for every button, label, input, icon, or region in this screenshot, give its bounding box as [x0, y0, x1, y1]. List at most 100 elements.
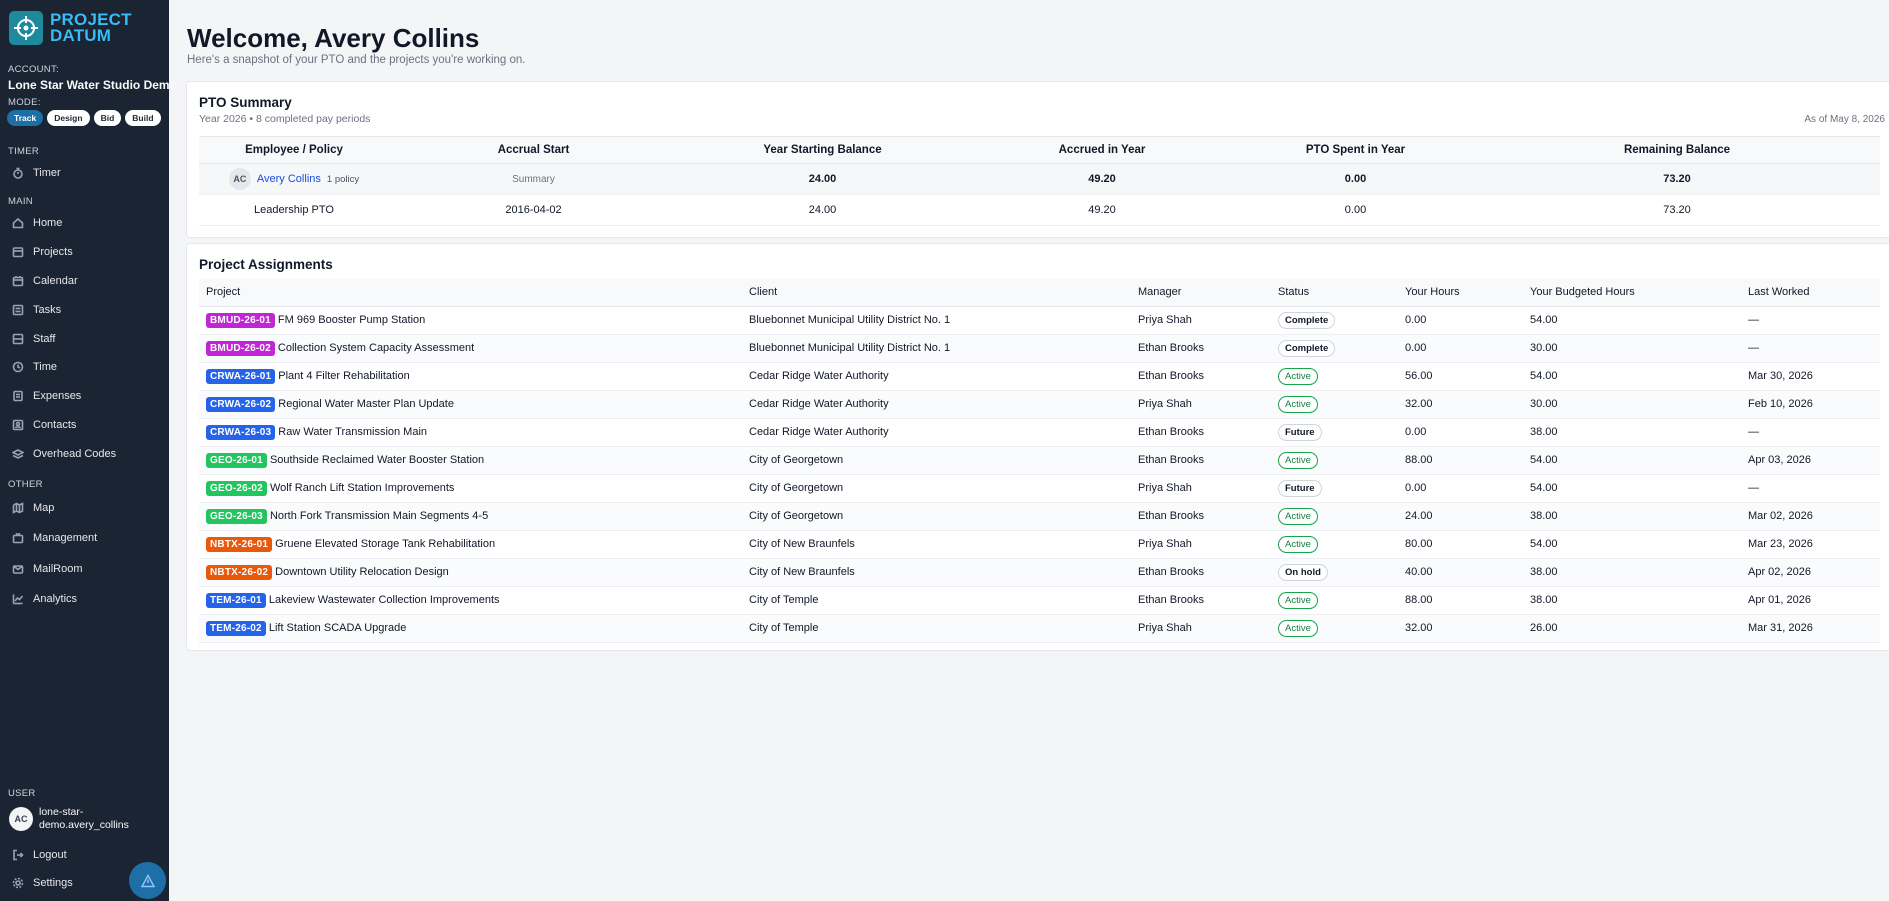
project-code-badge[interactable]: TEM-26-02: [206, 620, 266, 636]
contacts-icon: [12, 419, 24, 431]
project-code-badge[interactable]: NBTX-26-01: [206, 536, 273, 552]
project-cell: GEO-26-01 Southside Reclaimed Water Boost…: [199, 446, 742, 475]
sidebar-item-calendar[interactable]: Calendar: [12, 272, 78, 290]
column-header[interactable]: Manager: [1131, 279, 1271, 307]
settings-button[interactable]: Settings: [12, 874, 73, 892]
manager-cell: Ethan Brooks: [1131, 502, 1271, 531]
project-code-badge[interactable]: NBTX-26-02: [206, 564, 273, 580]
project-name[interactable]: Regional Water Master Plan Update: [278, 398, 454, 410]
sidebar-item-map[interactable]: Map: [12, 499, 54, 517]
project-assignments-table: Project Client Manager Status Your Hours…: [199, 279, 1880, 643]
project-code-badge[interactable]: GEO-26-01: [206, 452, 267, 468]
sidebar-item-home[interactable]: Home: [12, 214, 62, 232]
mailbox-icon: [12, 565, 24, 574]
sidebar-item-time[interactable]: Time: [12, 358, 57, 376]
project-code-badge[interactable]: BMUD-26-02: [206, 340, 275, 356]
logout-button[interactable]: Logout: [12, 846, 67, 864]
status-cell: Active: [1271, 530, 1398, 559]
column-header[interactable]: Client: [742, 279, 1131, 307]
hours-cell: 0.00: [1398, 474, 1523, 503]
client-cell: Bluebonnet Municipal Utility District No…: [742, 306, 1131, 335]
sidebar-item-projects[interactable]: Projects: [12, 243, 73, 261]
project-name[interactable]: Collection System Capacity Assessment: [278, 342, 474, 354]
hours-cell: 0.00: [1398, 418, 1523, 447]
project-code-badge[interactable]: CRWA-26-03: [206, 424, 276, 440]
tasks-icon: [12, 304, 24, 316]
table-row[interactable]: GEO-26-01 Southside Reclaimed Water Boost…: [199, 446, 1880, 475]
sidebar-item-label: Tasks: [33, 304, 62, 316]
sidebar-item-timer[interactable]: Timer: [12, 164, 61, 182]
employee-link[interactable]: Avery Collins: [257, 173, 321, 185]
sidebar-item-contacts[interactable]: Contacts: [12, 416, 76, 434]
project-name[interactable]: North Fork Transmission Main Segments 4-…: [270, 510, 488, 522]
last-worked-cell: —: [1741, 418, 1880, 447]
sidebar-item-label: Expenses: [33, 390, 82, 402]
project-name[interactable]: Southside Reclaimed Water Booster Statio…: [270, 454, 484, 466]
column-header[interactable]: Your Hours: [1398, 279, 1523, 307]
column-header[interactable]: Your Budgeted Hours: [1523, 279, 1741, 307]
table-row[interactable]: CRWA-26-02 Regional Water Master Plan Upd…: [199, 390, 1880, 419]
account-name[interactable]: Lone Star Water Studio Demo: [8, 78, 177, 92]
logout-label: Logout: [33, 849, 67, 861]
project-cell: NBTX-26-02 Downtown Utility Relocation De…: [199, 558, 742, 587]
sidebar-item-label: Time: [33, 361, 58, 373]
project-code-badge[interactable]: BMUD-26-01: [206, 312, 275, 328]
table-row[interactable]: CRWA-26-03 Raw Water Transmission Main Ced…: [199, 418, 1880, 447]
status-badge: On hold: [1278, 563, 1328, 581]
calendar-icon: [12, 276, 24, 287]
sidebar-item-expenses[interactable]: Expenses: [12, 387, 81, 405]
column-header[interactable]: Last Worked: [1741, 279, 1880, 307]
project-name[interactable]: Gruene Elevated Storage Tank Rehabilitat…: [275, 538, 495, 550]
app-logo[interactable]: PROJECT DATUM: [9, 11, 132, 45]
sidebar-item-tasks[interactable]: Tasks: [12, 301, 61, 319]
project-name[interactable]: Lakeview Wastewater Collection Improveme…: [269, 594, 500, 606]
mode-build-button[interactable]: Build: [125, 110, 161, 126]
table-row[interactable]: CRWA-26-01 Plant 4 Filter Rehabilitation C…: [199, 362, 1880, 391]
manager-cell: Ethan Brooks: [1131, 446, 1271, 475]
folder-icon: [12, 247, 24, 258]
project-code-badge[interactable]: CRWA-26-01: [206, 368, 276, 384]
column-header[interactable]: Status: [1271, 279, 1398, 307]
status-badge: Active: [1278, 367, 1318, 385]
sidebar-item-mailroom[interactable]: MailRoom: [12, 560, 83, 578]
sidebar-item-overhead-codes[interactable]: Overhead Codes: [12, 445, 116, 463]
project-code-badge[interactable]: TEM-26-01: [206, 592, 266, 608]
table-row[interactable]: NBTX-26-01 Gruene Elevated Storage Tank R…: [199, 530, 1880, 559]
logo-text: PROJECT DATUM: [50, 11, 132, 45]
project-code-badge[interactable]: GEO-26-02: [206, 480, 267, 496]
table-row[interactable]: TEM-26-02 Lift Station SCADA Upgrade City …: [199, 614, 1880, 643]
main-content: Welcome, Avery Collins Here's a snapshot…: [169, 0, 1889, 901]
budgeted-hours-cell: 38.00: [1523, 502, 1741, 531]
sidebar-item-management[interactable]: Management: [12, 529, 97, 547]
table-row[interactable]: NBTX-26-02 Downtown Utility Relocation De…: [199, 558, 1880, 587]
table-row[interactable]: BMUD-26-02 Collection System Capacity Ass…: [199, 334, 1880, 363]
column-header[interactable]: Project: [199, 279, 742, 307]
mode-design-button[interactable]: Design: [47, 110, 90, 126]
budgeted-hours-cell: 30.00: [1523, 334, 1741, 363]
table-row[interactable]: TEM-26-01 Lakeview Wastewater Collection …: [199, 586, 1880, 615]
project-code-badge[interactable]: GEO-26-03: [206, 508, 267, 524]
project-name[interactable]: Downtown Utility Relocation Design: [275, 566, 449, 578]
alert-fab-button[interactable]: [129, 862, 166, 899]
project-name[interactable]: Wolf Ranch Lift Station Improvements: [270, 482, 454, 494]
status-cell: Active: [1271, 390, 1398, 419]
mode-bid-button[interactable]: Bid: [93, 110, 122, 126]
projects-title: Project Assignments: [199, 257, 333, 272]
project-name[interactable]: FM 969 Booster Pump Station: [278, 314, 425, 326]
table-row[interactable]: GEO-26-02 Wolf Ranch Lift Station Improve…: [199, 474, 1880, 503]
status-badge: Complete: [1278, 339, 1336, 357]
manager-cell: Priya Shah: [1131, 614, 1271, 643]
sidebar-item-staff[interactable]: Staff: [12, 330, 55, 348]
project-cell: NBTX-26-01 Gruene Elevated Storage Tank R…: [199, 530, 742, 559]
client-cell: City of New Braunfels: [742, 558, 1131, 587]
project-name[interactable]: Plant 4 Filter Rehabilitation: [278, 370, 409, 382]
mode-track-button[interactable]: Track: [7, 110, 44, 126]
table-row[interactable]: GEO-26-03 North Fork Transmission Main Se…: [199, 502, 1880, 531]
logo-line-2: DATUM: [50, 26, 112, 45]
project-name[interactable]: Lift Station SCADA Upgrade: [269, 622, 407, 634]
table-row[interactable]: BMUD-26-01 FM 969 Booster Pump Station Blu…: [199, 306, 1880, 335]
project-code-badge[interactable]: CRWA-26-02: [206, 396, 276, 412]
sidebar-item-analytics[interactable]: Analytics: [12, 590, 77, 608]
project-name[interactable]: Raw Water Transmission Main: [278, 426, 427, 438]
user-profile[interactable]: AC lone-star-demo.avery_collins: [9, 806, 139, 832]
